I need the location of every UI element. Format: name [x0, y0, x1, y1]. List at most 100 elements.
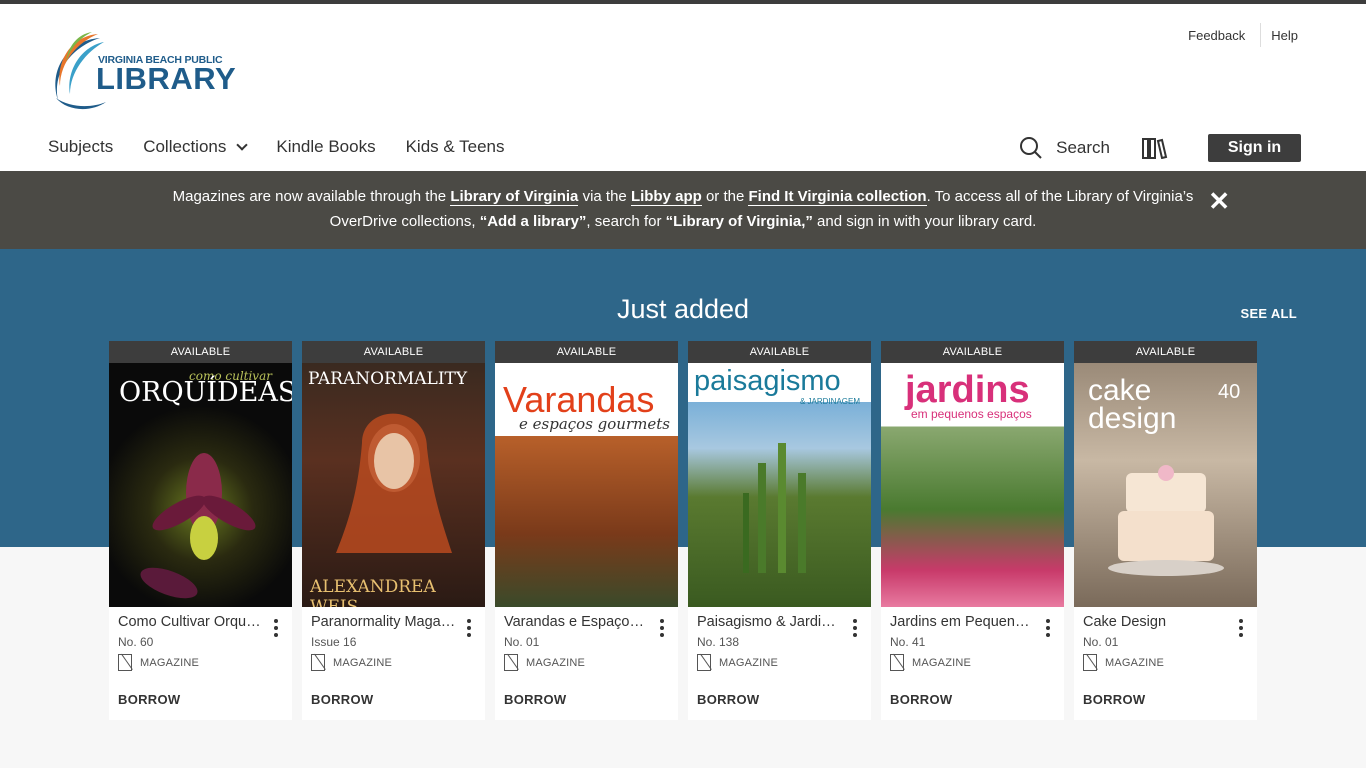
card-info: Paisagismo & Jardinagem No. 138 MAGAZINE: [688, 607, 871, 671]
kebab-icon[interactable]: [1239, 619, 1243, 640]
nav-collections[interactable]: Collections: [143, 137, 249, 157]
logo-title: LIBRARY: [96, 61, 237, 96]
magazine-icon: [504, 654, 518, 671]
library-of-virginia-link[interactable]: Library of Virginia: [450, 188, 579, 206]
borrow-button[interactable]: BORROW: [118, 692, 180, 707]
announcement-banner: Magazines are now available through the …: [0, 171, 1366, 249]
banner-text: Magazines are now available through the: [172, 188, 451, 205]
library-logo[interactable]: VIRGINIA BEACH PUBLIC LIBRARY: [48, 30, 236, 114]
kebab-icon[interactable]: [467, 619, 471, 640]
format-label: MAGAZINE: [504, 654, 669, 671]
feedback-link[interactable]: Feedback: [1188, 28, 1245, 43]
sign-in-button[interactable]: Sign in: [1208, 134, 1301, 162]
title-card: AVAILABLE paisagismo & JARDINAGEM Paisag…: [688, 341, 871, 720]
format-text: MAGAZINE: [719, 656, 779, 669]
title-carousel: AVAILABLE como cultivar ORQUÍDEAS Como C…: [109, 341, 1267, 720]
nav-kids-teens[interactable]: Kids & Teens: [406, 137, 505, 157]
format-text: MAGAZINE: [912, 656, 972, 669]
header-tools: Search Sign in: [1019, 134, 1301, 162]
card-info: Jardins em Pequenos Espaços No. 41 MAGAZ…: [881, 607, 1064, 671]
format-label: MAGAZINE: [311, 654, 476, 671]
format-label: MAGAZINE: [118, 654, 283, 671]
availability-badge: AVAILABLE: [688, 341, 871, 363]
card-info: Paranormality Magazine Issue 16 MAGAZINE: [302, 607, 485, 671]
format-text: MAGAZINE: [140, 656, 200, 669]
cover-image[interactable]: paisagismo & JARDINAGEM: [688, 363, 871, 607]
nav-kindle-books[interactable]: Kindle Books: [276, 137, 375, 157]
cover-subtitle: em pequenos espaços: [911, 407, 1032, 421]
availability-badge: AVAILABLE: [881, 341, 1064, 363]
banner-text: . To access all of the Library of Virgin…: [926, 188, 1194, 205]
availability-badge: AVAILABLE: [302, 341, 485, 363]
borrow-button[interactable]: BORROW: [697, 692, 759, 707]
banner-text: or the: [701, 188, 749, 205]
issue-number: No. 01: [1083, 635, 1119, 649]
cover-image[interactable]: cake design 40: [1074, 363, 1257, 607]
nav-subjects[interactable]: Subjects: [48, 137, 113, 157]
kebab-icon[interactable]: [274, 619, 278, 640]
availability-badge: AVAILABLE: [109, 341, 292, 363]
magazine-icon: [311, 654, 325, 671]
shelf-icon: [1142, 138, 1168, 159]
shelf-button[interactable]: [1142, 137, 1168, 159]
issue-number: No. 60: [118, 635, 154, 649]
banner-text: OverDrive collections,: [329, 213, 480, 230]
nav-collections-label: Collections: [143, 137, 227, 156]
cake-art: [1108, 465, 1224, 576]
section-title: Just added: [616, 294, 750, 324]
kebab-icon[interactable]: [1046, 619, 1050, 640]
banner-text: and sign in with your library card.: [812, 213, 1037, 230]
title-card: AVAILABLE jardins em pequenos espaços Ja…: [881, 341, 1064, 720]
kebab-icon[interactable]: [660, 619, 664, 640]
search-button[interactable]: Search: [1019, 136, 1110, 160]
borrow-button[interactable]: BORROW: [890, 692, 952, 707]
search-icon: [1020, 137, 1042, 159]
card-info: Cake Design No. 01 MAGAZINE: [1074, 607, 1257, 671]
help-link[interactable]: Help: [1271, 28, 1298, 43]
issue-number: No. 41: [890, 635, 926, 649]
format-label: MAGAZINE: [1083, 654, 1248, 671]
title-link[interactable]: Paranormality Magazine: [311, 614, 456, 630]
issue-number: No. 138: [697, 635, 740, 649]
utility-links: Feedback Help: [1188, 23, 1298, 47]
main-nav: Subjects Collections Kindle Books Kids &…: [48, 137, 535, 157]
see-all-link[interactable]: SEE ALL: [1240, 306, 1297, 321]
libby-app-link[interactable]: Libby app: [630, 188, 702, 206]
banner-text: via the: [578, 188, 631, 205]
borrow-button[interactable]: BORROW: [504, 692, 566, 707]
cover-image[interactable]: como cultivar ORQUÍDEAS: [109, 363, 292, 607]
close-icon[interactable]: ✕: [1208, 188, 1230, 214]
kebab-icon[interactable]: [853, 619, 857, 640]
find-it-virginia-link[interactable]: Find It Virginia collection: [748, 188, 927, 206]
title-link[interactable]: Como Cultivar Orquídeas: [118, 614, 263, 630]
title-link[interactable]: Jardins em Pequenos Espaços: [890, 614, 1035, 630]
banner-emphasis: “Library of Virginia,”: [665, 213, 813, 230]
format-text: MAGAZINE: [1105, 656, 1165, 669]
borrow-button[interactable]: BORROW: [311, 692, 373, 707]
cover-image[interactable]: PARANORMALITY ALEXANDREA WEIS: [302, 363, 485, 607]
chevron-down-icon: [236, 138, 249, 151]
format-label: MAGAZINE: [697, 654, 862, 671]
borrow-button[interactable]: BORROW: [1083, 692, 1145, 707]
cover-subtitle: ALEXANDREA WEIS: [310, 577, 436, 607]
magazine-icon: [118, 654, 132, 671]
card-info: Varandas e Espaços Gourmets No. 01 MAGAZ…: [495, 607, 678, 671]
site-header: VIRGINIA BEACH PUBLIC LIBRARY Feedback H…: [0, 4, 1366, 171]
title-card: AVAILABLE PARANORMALITY ALEXANDREA WEIS …: [302, 341, 485, 720]
format-label: MAGAZINE: [890, 654, 1055, 671]
title-link[interactable]: Cake Design: [1083, 614, 1228, 630]
title-card: AVAILABLE Varandas e espaços gourmets Va…: [495, 341, 678, 720]
magazine-icon: [697, 654, 711, 671]
banner-line-1: Magazines are now available through the …: [0, 184, 1366, 209]
issue-number: No. 01: [504, 635, 540, 649]
title-link[interactable]: Varandas e Espaços Gourmets: [504, 614, 649, 630]
magazine-icon: [890, 654, 904, 671]
cover-image[interactable]: Varandas e espaços gourmets: [495, 363, 678, 607]
issue-number: Issue 16: [311, 635, 357, 649]
cover-title: jardins: [905, 369, 1030, 411]
cover-image[interactable]: jardins em pequenos espaços: [881, 363, 1064, 607]
cover-subtitle: e espaços gourmets: [519, 415, 670, 433]
title-card: AVAILABLE cake design 40 Cake Design No.…: [1074, 341, 1257, 720]
title-link[interactable]: Paisagismo & Jardinagem: [697, 614, 842, 630]
format-text: MAGAZINE: [526, 656, 586, 669]
